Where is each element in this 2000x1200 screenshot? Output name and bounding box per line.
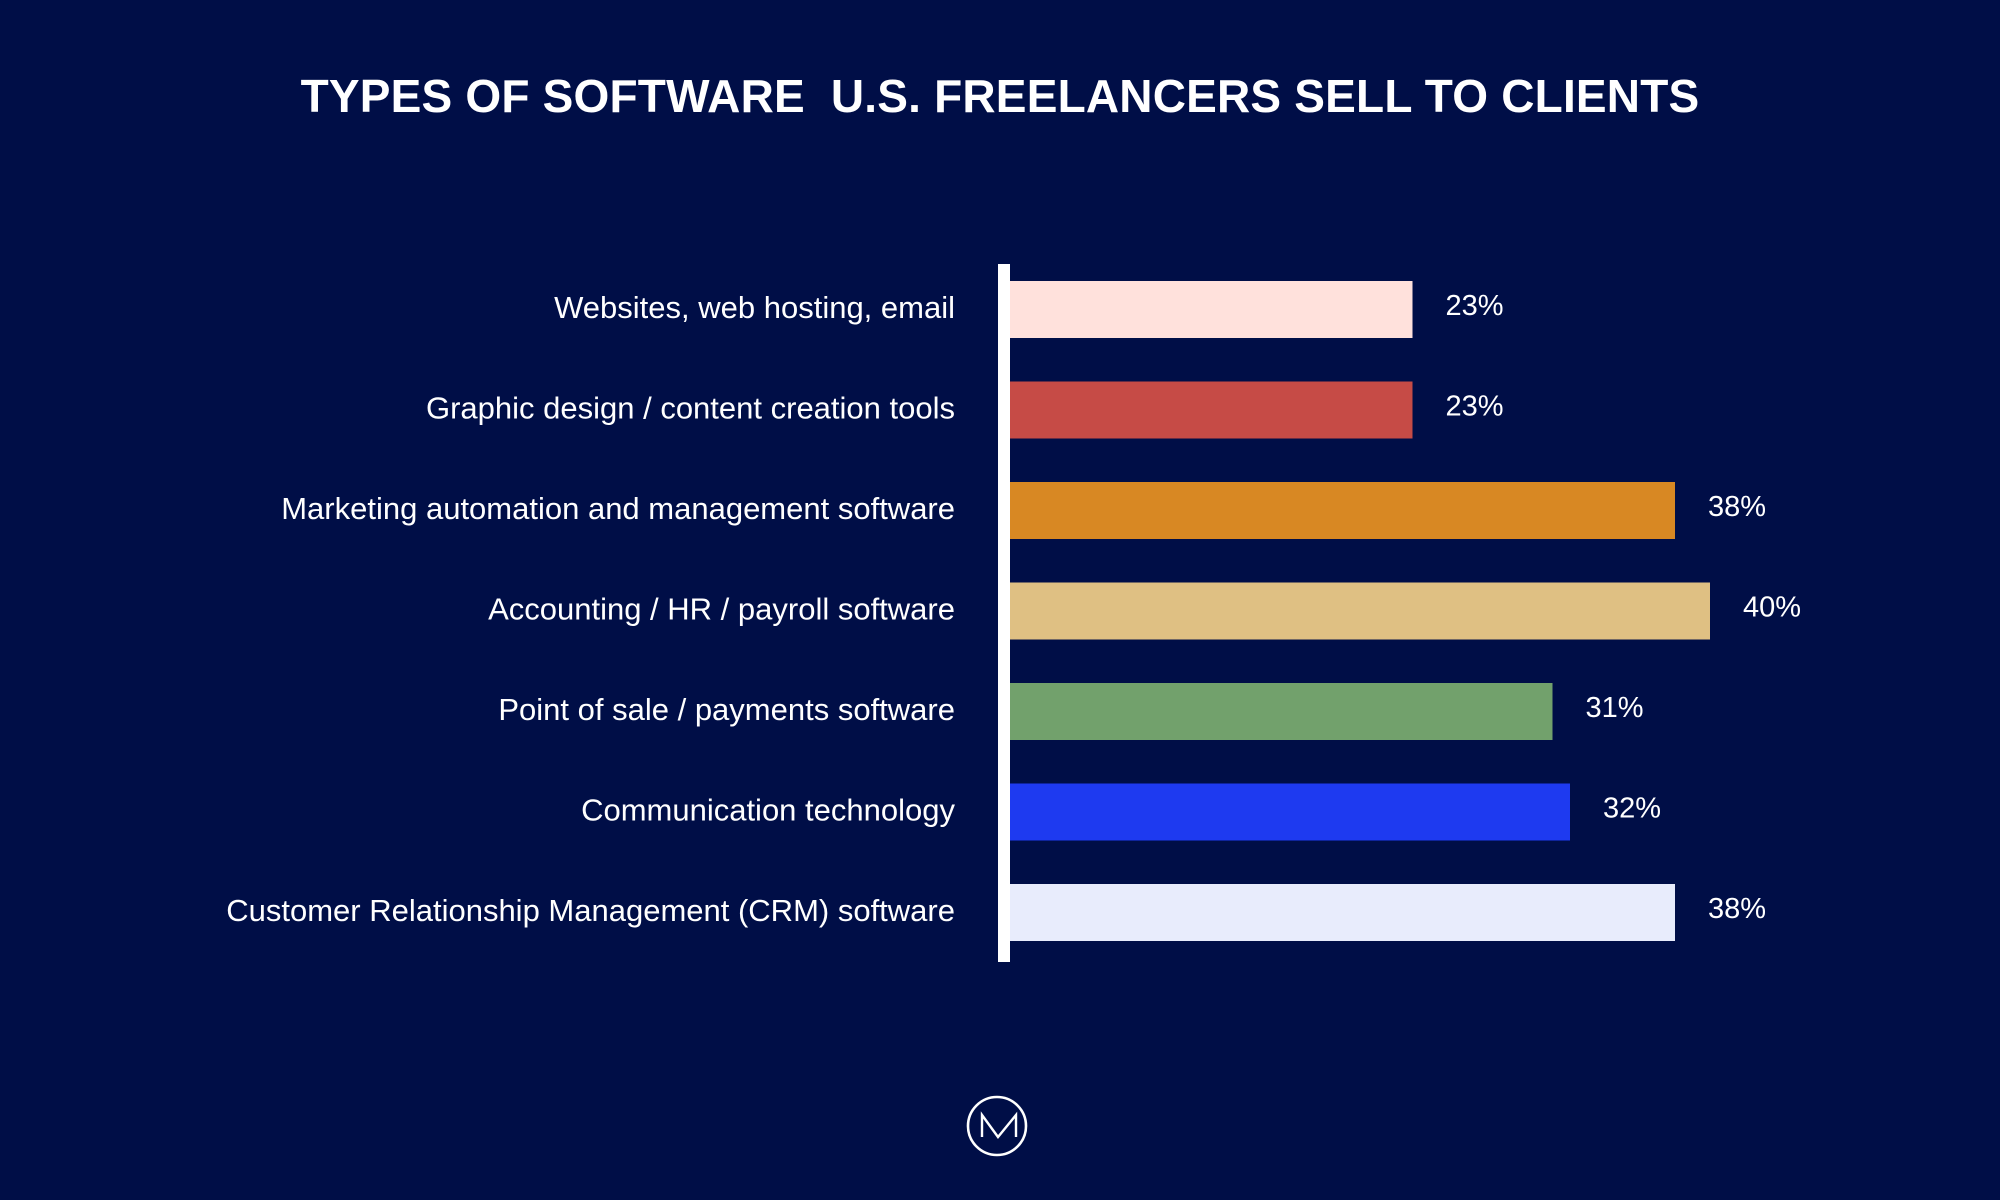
category-label-2: Graphic design / content creation tools xyxy=(426,391,955,426)
bar-1 xyxy=(1010,281,1413,338)
category-label-6: Communication technology xyxy=(581,793,955,828)
value-label-3: 38% xyxy=(1708,491,1766,523)
chart: TYPES OF SOFTWARE U.S. FREELANCERS SELL … xyxy=(0,0,2000,1200)
bar-5 xyxy=(1010,683,1553,740)
category-label-4: Accounting / HR / payroll software xyxy=(488,592,955,627)
value-label-6: 32% xyxy=(1603,793,1661,825)
value-label-1: 23% xyxy=(1446,290,1504,322)
value-label-7: 38% xyxy=(1708,893,1766,925)
value-label-2: 23% xyxy=(1446,391,1504,423)
y-axis-line xyxy=(998,264,1010,962)
bar-4 xyxy=(1010,582,1710,640)
bar-2 xyxy=(1010,381,1413,439)
bar-7 xyxy=(1010,884,1675,941)
value-label-5: 31% xyxy=(1586,692,1644,724)
category-label-1: Websites, web hosting, email xyxy=(554,290,955,325)
value-label-4: 40% xyxy=(1743,592,1801,624)
chart-title: TYPES OF SOFTWARE U.S. FREELANCERS SELL … xyxy=(301,70,1700,122)
bar-3 xyxy=(1010,482,1675,539)
category-label-3: Marketing automation and management soft… xyxy=(281,491,955,526)
category-label-5: Point of sale / payments software xyxy=(498,692,955,727)
bar-6 xyxy=(1010,783,1570,841)
category-label-7: Customer Relationship Management (CRM) s… xyxy=(226,893,955,928)
